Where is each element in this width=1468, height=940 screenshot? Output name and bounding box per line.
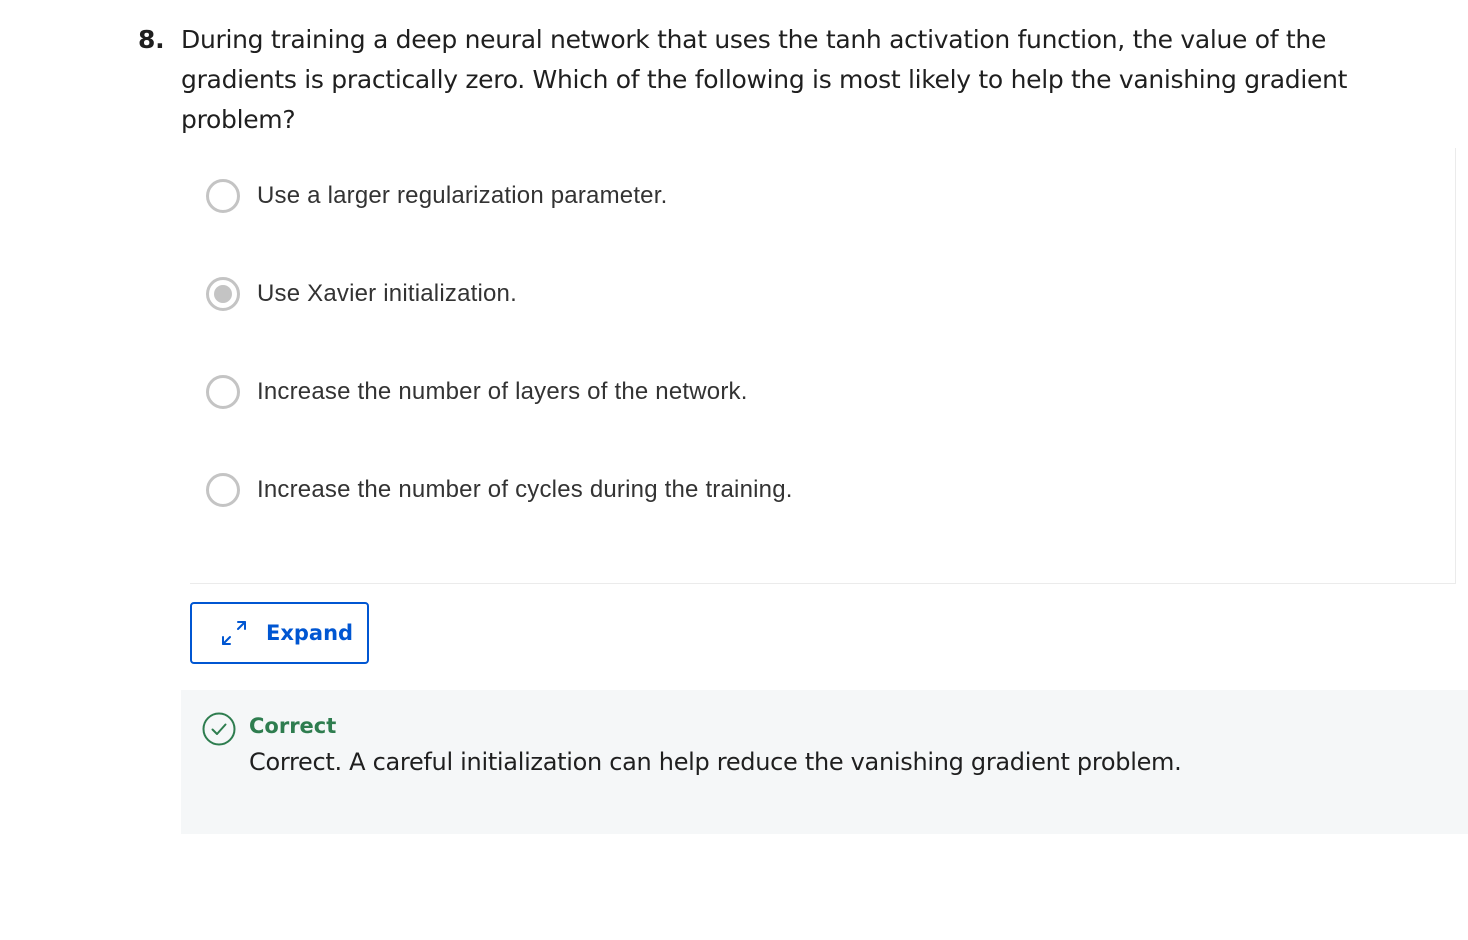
expand-label: Expand <box>266 621 354 645</box>
option-4[interactable]: Increase the number of cycles during the… <box>206 472 793 508</box>
question-number: 8. <box>138 25 165 54</box>
expand-button[interactable]: Expand <box>190 602 369 664</box>
option-label: Increase the number of cycles during the… <box>257 476 793 503</box>
radio-button[interactable] <box>206 179 240 213</box>
option-2[interactable]: Use Xavier initialization. <box>206 276 517 312</box>
feedback-title: Correct <box>249 714 337 738</box>
option-3[interactable]: Increase the number of layers of the net… <box>206 374 748 410</box>
check-circle-icon <box>202 712 236 746</box>
question-text: During training a deep neural network th… <box>181 25 1348 134</box>
expand-arrows-icon <box>222 621 246 645</box>
feedback-text: Correct. A careful initialization can he… <box>249 748 1182 776</box>
question: 8. During training a deep neural network… <box>138 20 1428 140</box>
radio-button[interactable] <box>206 473 240 507</box>
option-1[interactable]: Use a larger regularization parameter. <box>206 178 667 214</box>
option-label: Use a larger regularization parameter. <box>257 182 668 209</box>
option-label: Use Xavier initialization. <box>257 280 517 307</box>
radio-button-selected[interactable] <box>206 277 240 311</box>
radio-button[interactable] <box>206 375 240 409</box>
option-label: Increase the number of layers of the net… <box>257 378 748 405</box>
options-group: Use a larger regularization parameter. U… <box>190 148 1456 584</box>
feedback-panel: Correct Correct. A careful initializatio… <box>181 690 1468 834</box>
